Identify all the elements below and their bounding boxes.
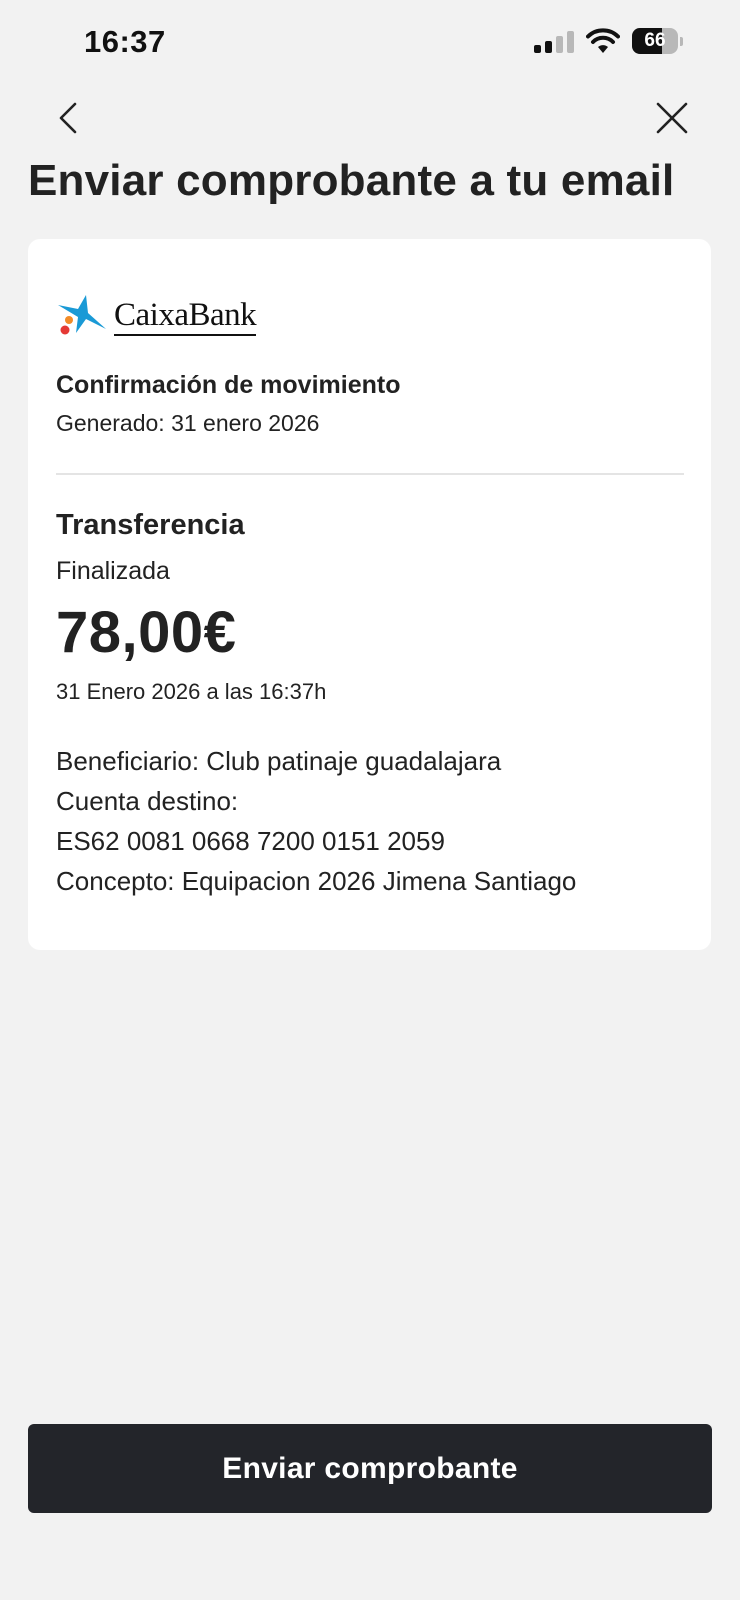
beneficiary: Beneficiario: Club patinaje guadalajara xyxy=(56,746,502,776)
transaction-details: Beneficiario: Club patinaje guadalajara … xyxy=(56,741,576,901)
back-button[interactable] xyxy=(50,96,86,140)
close-icon xyxy=(656,102,688,134)
close-button[interactable] xyxy=(650,96,694,140)
receipt-card: CaixaBank Confirmación de movimiento Gen… xyxy=(28,239,711,950)
bank-logo: CaixaBank xyxy=(56,293,257,341)
transaction-amount: 78,00€ xyxy=(56,600,237,665)
transaction-datetime: 31 Enero 2026 a las 16:37h xyxy=(56,679,327,704)
send-receipt-button[interactable]: Enviar comprobante xyxy=(28,1424,712,1513)
receipt-title: Confirmación de movimiento xyxy=(56,371,401,399)
transaction-type: Transferencia xyxy=(56,509,245,541)
status-bar: 16:37 66 xyxy=(0,0,740,90)
concept: Concepto: Equipacion 2026 Jimena Santiag… xyxy=(56,866,577,896)
chevron-left-icon xyxy=(59,102,77,134)
battery-level: 66 xyxy=(644,30,666,51)
battery-icon: 66 xyxy=(632,28,684,54)
status-time: 16:37 xyxy=(84,24,166,59)
status-icons: 66 xyxy=(534,28,684,54)
account-number: ES62 0081 0668 7200 0151 2059 xyxy=(56,826,445,856)
page-title: Enviar comprobante a tu email xyxy=(28,156,675,205)
bank-name: CaixaBank xyxy=(114,298,257,336)
account-label: Cuenta destino: xyxy=(56,786,239,816)
caixabank-star-logo-icon xyxy=(58,295,106,335)
divider xyxy=(56,473,684,475)
generated-date: Generado: 31 enero 2026 xyxy=(56,410,320,436)
transaction-status: Finalizada xyxy=(56,557,170,585)
signal-icon xyxy=(534,29,574,53)
wifi-icon xyxy=(586,28,620,53)
